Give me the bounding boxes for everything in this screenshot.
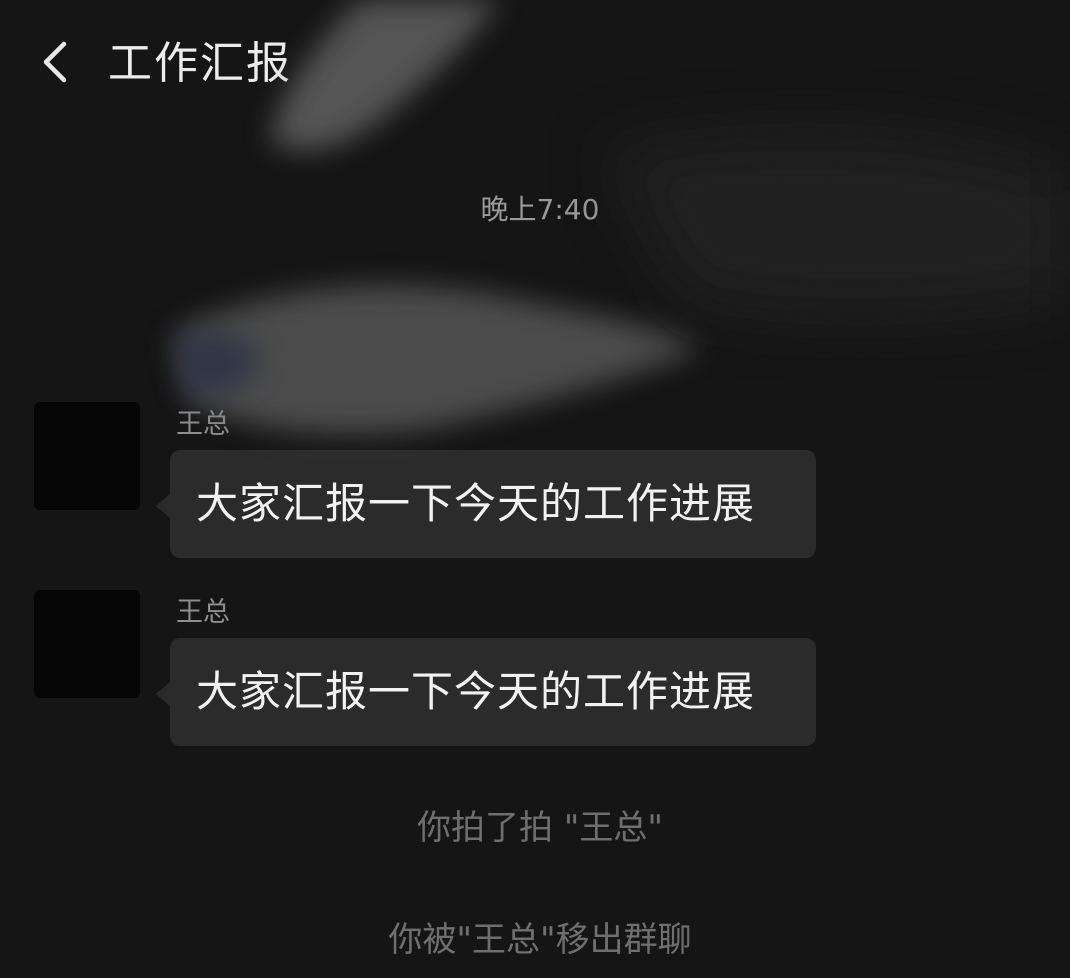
chat-screen: 工作汇报 晚上7:40 王总 大家汇报一下今天的工作进展 王总 大家汇报一下今天… (0, 0, 1070, 978)
chevron-left-icon (43, 41, 67, 83)
message-bubble[interactable]: 大家汇报一下今天的工作进展 (156, 450, 816, 558)
back-button[interactable] (36, 38, 76, 86)
chat-header: 工作汇报 (0, 0, 1070, 120)
message-timestamp: 晚上7:40 (480, 193, 600, 226)
message-text: 大家汇报一下今天的工作进展 (196, 479, 756, 528)
chat-title: 工作汇报 (108, 38, 292, 89)
message-bubble[interactable]: 大家汇报一下今天的工作进展 (156, 638, 816, 746)
message-row: 王总 大家汇报一下今天的工作进展 (0, 402, 1070, 572)
message-text: 大家汇报一下今天的工作进展 (196, 667, 756, 716)
sender-name: 王总 (176, 409, 230, 440)
system-message-pat: 你拍了拍 "王总" (416, 808, 664, 848)
message-row: 王总 大家汇报一下今天的工作进展 (0, 590, 1070, 760)
system-message-removed: 你被"王总"移出群聊 (388, 920, 692, 960)
avatar[interactable] (34, 590, 140, 698)
avatar[interactable] (34, 402, 140, 510)
sender-name: 王总 (176, 597, 230, 628)
